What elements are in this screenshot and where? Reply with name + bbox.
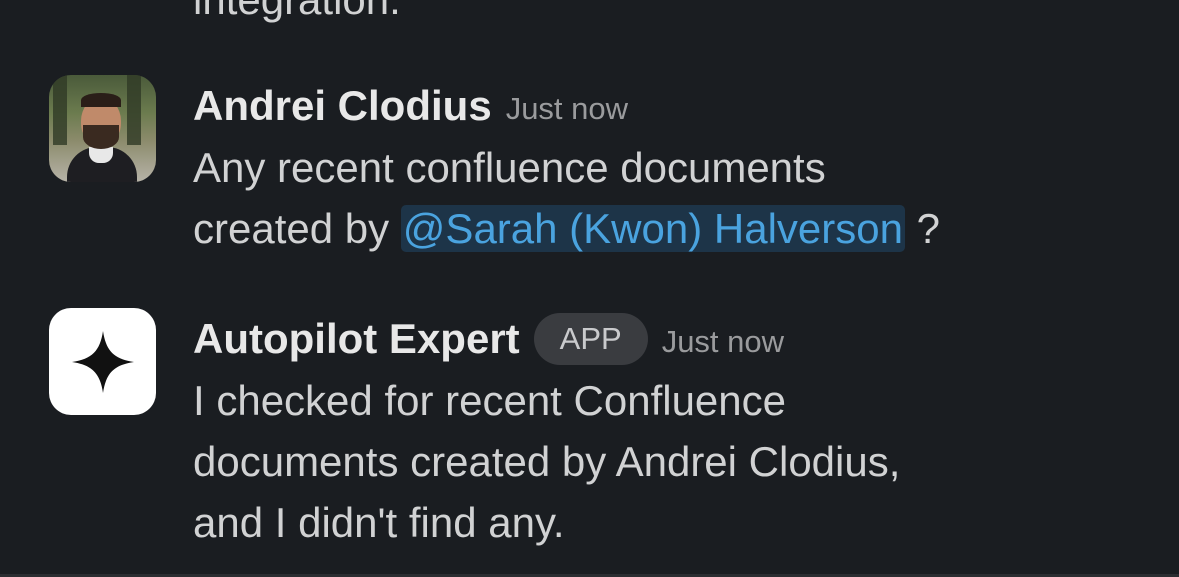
message-timestamp[interactable]: Just now xyxy=(662,324,784,360)
message-timestamp[interactable]: Just now xyxy=(506,91,628,127)
avatar-photo-beard xyxy=(83,125,119,149)
app-badge: APP xyxy=(533,313,648,365)
avatar[interactable] xyxy=(49,75,156,182)
message-text-line: Any recent confluence documents xyxy=(193,144,826,191)
message-text-fragment: created by xyxy=(193,205,401,252)
avatar-photo-tree xyxy=(127,75,141,145)
user-mention-link[interactable]: @Sarah (Kwon) Halverson xyxy=(400,205,905,252)
message-header: Autopilot Expert APP Just now xyxy=(193,308,1159,370)
message-content: Autopilot Expert APP Just now I checked … xyxy=(193,308,1159,553)
avatar-photo-tree xyxy=(53,75,67,145)
author-name[interactable]: Andrei Clodius xyxy=(193,82,492,130)
author-name[interactable]: Autopilot Expert xyxy=(193,315,520,363)
message-text-line: created by @Sarah (Kwon) Halverson ? xyxy=(193,198,1159,259)
app-avatar[interactable] xyxy=(49,308,156,415)
four-point-star-icon xyxy=(71,330,134,393)
message-content: Andrei Clodius Just now Any recent confl… xyxy=(193,75,1159,259)
message-header: Andrei Clodius Just now xyxy=(193,75,1159,137)
message-text-line: and I didn't find any. xyxy=(193,499,565,546)
message-text-fragment: ? xyxy=(904,205,940,252)
message-text-line: documents created by Andrei Clodius, xyxy=(193,438,901,485)
avatar-photo-collar xyxy=(89,147,113,163)
message-text-line: I checked for recent Confluence xyxy=(193,377,787,424)
previous-message-text: integration. xyxy=(193,0,401,30)
avatar-photo-hair xyxy=(81,93,121,107)
